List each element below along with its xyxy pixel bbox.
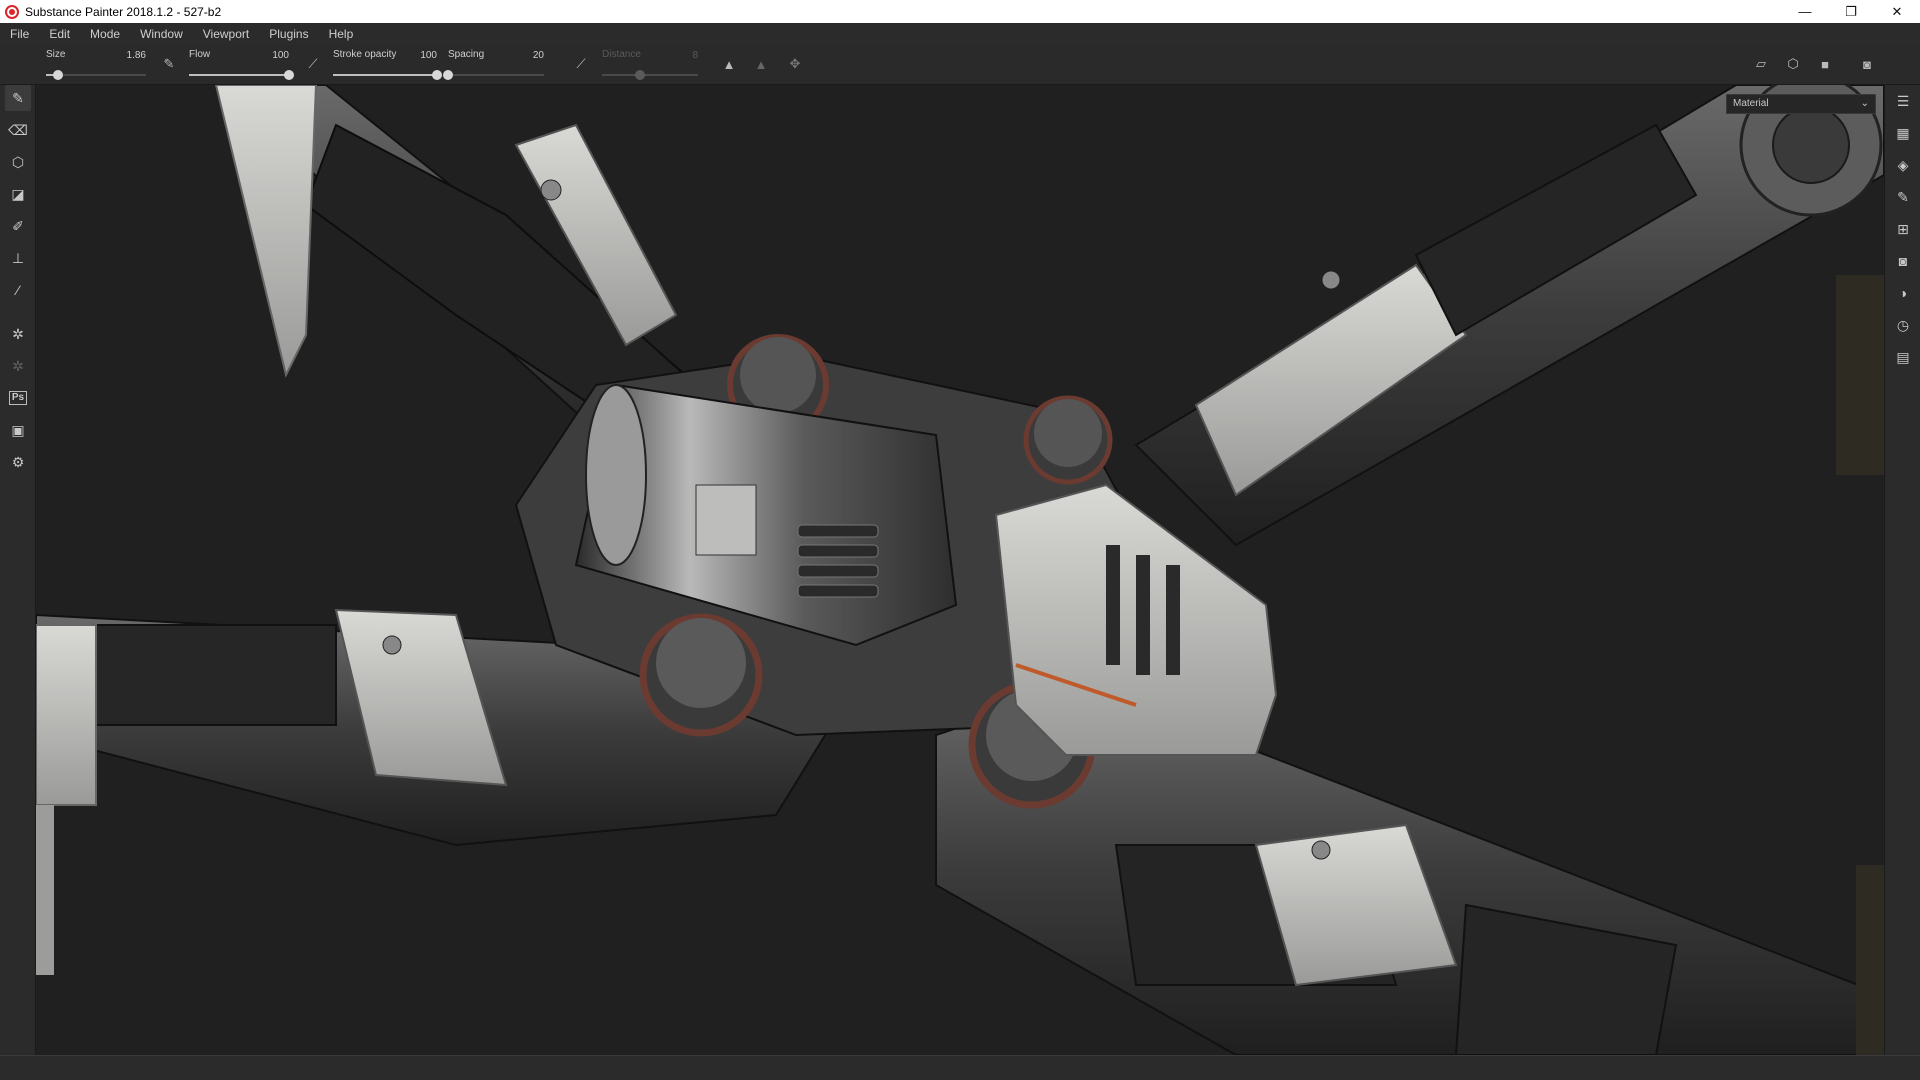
left-toolbar: ✎ ⌫ ⬡ ◪ ✐ ⊥ ⁄ ✲ ✲ Ps ▣ ⚙ <box>0 85 36 1055</box>
eraser-icon[interactable]: ⌫ <box>5 117 31 143</box>
bake-icon[interactable]: ✲ <box>5 321 31 347</box>
flow-slider[interactable]: Flow 100 <box>189 45 294 85</box>
restore-button[interactable]: ❐ <box>1828 0 1874 23</box>
shader-settings-icon[interactable]: ◑ <box>1891 281 1915 305</box>
pen-pressure-size-icon[interactable]: ✎ <box>158 53 180 75</box>
title-bar: Substance Painter 2018.1.2 - 527-b2 — ❐ … <box>0 0 1920 23</box>
size-value[interactable]: 1.86 <box>127 50 146 61</box>
status-bar <box>0 1055 1920 1080</box>
geometry-fill-icon[interactable]: ◪ <box>5 181 31 207</box>
window-controls: — ❐ ✕ <box>1782 0 1920 23</box>
distance-label: Distance <box>602 49 641 60</box>
flow-slider-handle[interactable] <box>284 70 294 80</box>
color-picker-icon[interactable]: ⁄ <box>5 277 31 303</box>
model-render <box>36 85 1884 1055</box>
screenshot-icon[interactable]: ◙ <box>1856 53 1878 75</box>
menu-file[interactable]: File <box>0 23 39 45</box>
menu-plugins[interactable]: Plugins <box>259 23 318 45</box>
settings-icon[interactable]: ⚙ <box>5 449 31 475</box>
channel-dropdown-value: Material <box>1733 98 1769 109</box>
texture-set-icon[interactable]: ▦ <box>1891 121 1915 145</box>
menu-window[interactable]: Window <box>130 23 193 45</box>
photoshop-icon[interactable]: Ps <box>5 385 31 411</box>
stroke-opacity-slider[interactable]: Stroke opacity 100 <box>333 45 442 85</box>
distance-slider: Distance 8 <box>602 45 698 85</box>
menu-mode[interactable]: Mode <box>80 23 130 45</box>
iray-icon[interactable]: ✲ <box>5 353 31 379</box>
chevron-down-icon: ⌄ <box>1860 98 1869 109</box>
minimize-button[interactable]: — <box>1782 0 1828 23</box>
camera-icon[interactable]: ■ <box>1814 53 1836 75</box>
menu-edit[interactable]: Edit <box>39 23 80 45</box>
spacing-slider-handle[interactable] <box>443 70 453 80</box>
display-settings-icon[interactable]: ⊞ <box>1891 217 1915 241</box>
upper-right-arm <box>1134 85 1884 547</box>
properties-icon[interactable]: ✎ <box>1891 185 1915 209</box>
history-icon[interactable]: ◷ <box>1891 313 1915 337</box>
viewport-3d-icon[interactable]: ⬡ <box>1782 53 1804 75</box>
spacing-label: Spacing <box>448 49 485 60</box>
smudge-icon[interactable]: ✐ <box>5 213 31 239</box>
right-panel-bar: ☰ ▦ ◈ ✎ ⊞ ◙ ◑ ◷ ▤ <box>1884 85 1920 1055</box>
log-icon[interactable]: ▤ <box>1891 345 1915 369</box>
spacing-value[interactable]: 20 <box>533 50 544 61</box>
menu-bar: File Edit Mode Window Viewport Plugins H… <box>0 23 1920 45</box>
substance-painter-logo-icon <box>5 4 19 19</box>
paint-brush-icon[interactable]: ✎ <box>5 85 31 111</box>
menu-help[interactable]: Help <box>319 23 364 45</box>
distance-value: 8 <box>692 50 698 61</box>
close-button[interactable]: ✕ <box>1874 0 1920 23</box>
transform-icon[interactable]: ✥ <box>784 53 806 75</box>
layers-icon[interactable]: ☰ <box>1891 89 1915 113</box>
3d-viewport[interactable]: Material ⌄ <box>36 85 1884 1055</box>
stroke-opacity-slider-handle[interactable] <box>432 70 442 80</box>
menu-viewport[interactable]: Viewport <box>193 23 259 45</box>
flow-label: Flow <box>189 49 211 60</box>
projection-icon[interactable]: ⬡ <box>5 149 31 175</box>
clone-stamp-icon[interactable]: ⊥ <box>5 245 31 271</box>
symmetry-icon[interactable]: ▲ <box>718 53 740 75</box>
distance-slider-handle <box>635 70 646 80</box>
flow-value[interactable]: 100 <box>272 50 289 61</box>
pen-pressure-flow-icon[interactable]: ⟋ <box>302 53 324 75</box>
stroke-opacity-value[interactable]: 100 <box>420 50 437 61</box>
tool-options-bar: Size 1.86 ✎ Flow 100 ⟋ Stroke opacity 10… <box>0 45 1920 85</box>
size-label: Size <box>46 49 66 60</box>
channel-dropdown[interactable]: Material ⌄ <box>1726 94 1876 114</box>
spacing-slider[interactable]: Spacing 20 <box>443 45 544 85</box>
layer-stack-icon[interactable]: ◈ <box>1891 153 1915 177</box>
lazy-mouse-icon[interactable]: ⟋ <box>570 53 592 75</box>
size-slider[interactable]: Size 1.86 <box>46 45 146 85</box>
size-slider-handle[interactable] <box>53 70 63 80</box>
export-icon[interactable]: ▣ <box>5 417 31 443</box>
symmetry-mirror-icon[interactable]: ▲ <box>750 53 772 75</box>
window-title: Substance Painter 2018.1.2 - 527-b2 <box>25 4 222 19</box>
viewer-settings-icon[interactable]: ◙ <box>1891 249 1915 273</box>
viewport-2d-icon[interactable]: ▱ <box>1750 53 1772 75</box>
stroke-opacity-label: Stroke opacity <box>333 49 397 60</box>
